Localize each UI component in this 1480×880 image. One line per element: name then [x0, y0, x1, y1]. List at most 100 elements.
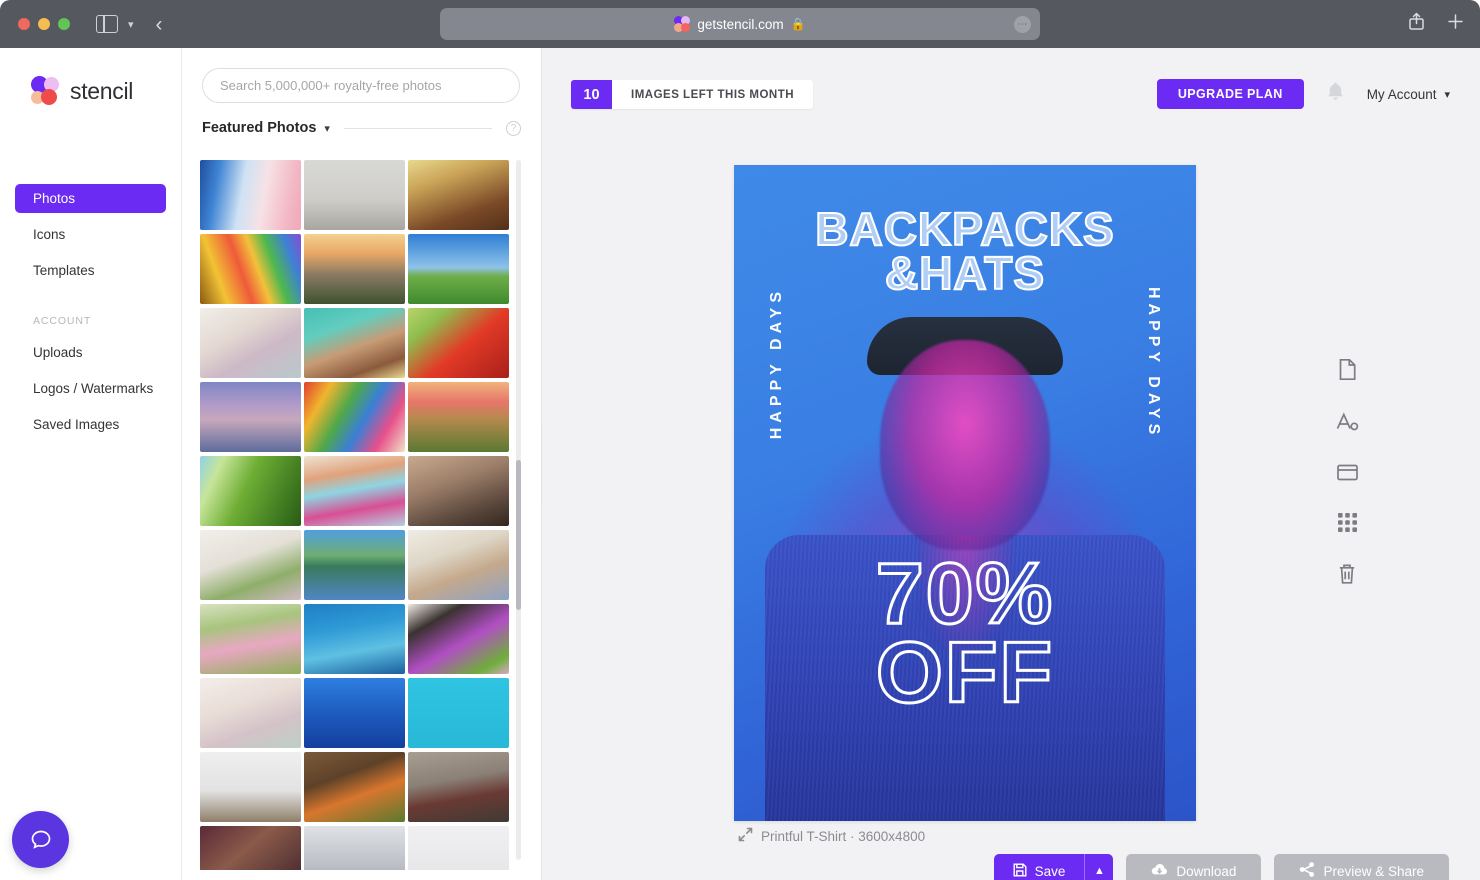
bell-icon[interactable]: [1326, 81, 1345, 107]
maximize-window-button[interactable]: [58, 18, 70, 30]
photo-grid[interactable]: [200, 160, 525, 870]
sidebar-item-logos-watermarks[interactable]: Logos / Watermarks: [15, 374, 166, 403]
sidebar-item-label: Icons: [33, 227, 66, 242]
photo-grid-inner: [200, 160, 511, 870]
upgrade-plan-button[interactable]: UPGRADE PLAN: [1156, 79, 1304, 109]
stencil-logo-icon: [31, 76, 61, 106]
chevron-up-icon: ▲: [1093, 865, 1105, 877]
photo-thumbnail[interactable]: [304, 604, 405, 674]
account-label: My Account: [1366, 86, 1437, 102]
photo-thumbnail[interactable]: [408, 160, 509, 230]
photo-thumbnail[interactable]: [200, 234, 301, 304]
photo-thumbnail[interactable]: [304, 160, 405, 230]
sidebar-section-account: ACCOUNT: [33, 315, 92, 327]
stencil-logo[interactable]: stencil: [0, 48, 181, 106]
lock-icon: 🔒: [790, 17, 806, 31]
category-header: Featured Photos ▾ ?: [182, 103, 541, 136]
sidebar-item-uploads[interactable]: Uploads: [15, 338, 166, 367]
photo-thumbnail[interactable]: [200, 456, 301, 526]
download-button[interactable]: Download: [1126, 854, 1262, 880]
photo-thumbnail[interactable]: [200, 382, 301, 452]
shape-box-icon[interactable]: [1336, 463, 1359, 482]
page-icon[interactable]: [1337, 358, 1358, 381]
preview-share-button-label: Preview & Share: [1323, 863, 1424, 879]
discount-line-2: OFF: [875, 625, 1054, 722]
sidebar-item-icons[interactable]: Icons: [15, 220, 166, 249]
photo-thumbnail[interactable]: [304, 752, 405, 822]
close-window-button[interactable]: [18, 18, 30, 30]
canvas-side-text-right[interactable]: HAPPY DAYS: [1144, 287, 1162, 439]
photo-thumbnail[interactable]: [408, 604, 509, 674]
preview-share-button[interactable]: Preview & Share: [1274, 854, 1449, 880]
photo-thumbnail[interactable]: [200, 826, 301, 870]
quota-label: IMAGES LEFT THIS MONTH: [612, 80, 814, 109]
cloud-download-icon: [1151, 863, 1168, 880]
photo-thumbnail[interactable]: [408, 752, 509, 822]
photo-thumbnail[interactable]: [408, 308, 509, 378]
chat-bubble-icon: [31, 830, 50, 849]
photo-thumbnail[interactable]: [200, 752, 301, 822]
design-canvas[interactable]: BACKPACKS &HATS HAPPY DAYS HAPPY DAYS 70…: [734, 165, 1196, 821]
photo-thumbnail[interactable]: [304, 234, 405, 304]
file-meta: Printful T-Shirt · 3600x4800: [738, 827, 925, 845]
search-input[interactable]: [202, 68, 520, 103]
file-meta-label: Printful T-Shirt · 3600x4800: [761, 828, 926, 844]
download-button-label: Download: [1176, 863, 1237, 879]
back-arrow-icon[interactable]: ‹: [156, 14, 163, 35]
share-icon[interactable]: [1408, 12, 1425, 36]
canvas-side-text-left[interactable]: HAPPY DAYS: [768, 287, 786, 439]
account-menu[interactable]: My Account ▾: [1367, 87, 1450, 102]
text-tool-icon[interactable]: [1335, 411, 1359, 433]
photo-grid-scrollbar-thumb[interactable]: [516, 460, 521, 610]
canvas-headline[interactable]: BACKPACKS &HATS: [734, 205, 1196, 297]
help-widget-button[interactable]: [12, 811, 69, 868]
photo-thumbnail[interactable]: [408, 678, 509, 748]
photo-thumbnail[interactable]: [304, 530, 405, 600]
photo-thumbnail[interactable]: [408, 530, 509, 600]
sidebar-item-label: Uploads: [33, 345, 83, 360]
trash-icon[interactable]: [1337, 563, 1357, 585]
stencil-favicon: [674, 16, 691, 32]
photo-thumbnail[interactable]: [304, 456, 405, 526]
photo-thumbnail[interactable]: [304, 826, 405, 870]
photo-thumbnail[interactable]: [304, 382, 405, 452]
sidebar-item-label: Templates: [33, 263, 95, 278]
sidebar-item-photos[interactable]: Photos: [15, 184, 166, 213]
chevron-down-icon[interactable]: ▾: [324, 122, 330, 135]
address-bar[interactable]: getstencil.com 🔒 ⋯: [440, 8, 1040, 40]
save-button[interactable]: Save: [993, 854, 1085, 880]
canvas-discount-text[interactable]: 70% OFF: [734, 546, 1196, 722]
photo-thumbnail[interactable]: [200, 604, 301, 674]
photo-thumbnail[interactable]: [408, 382, 509, 452]
images-quota-badge: 10 IMAGES LEFT THIS MONTH: [571, 80, 814, 109]
quota-count: 10: [571, 80, 612, 109]
sidebar-item-templates[interactable]: Templates: [15, 256, 166, 285]
url-text: getstencil.com: [697, 16, 784, 32]
save-options-button[interactable]: ▲: [1084, 854, 1114, 880]
sidebar-item-label: Saved Images: [33, 417, 120, 432]
left-navigation: stencil Photos Icons Templates ACCOUNT U…: [0, 48, 182, 880]
chevron-down-icon[interactable]: ▾: [128, 18, 134, 31]
photo-thumbnail[interactable]: [200, 530, 301, 600]
photo-thumbnail[interactable]: [304, 678, 405, 748]
sidebar-item-saved-images[interactable]: Saved Images: [15, 410, 166, 439]
grid-icon[interactable]: [1337, 512, 1358, 533]
more-options-icon[interactable]: ⋯: [1014, 16, 1031, 33]
photo-thumbnail[interactable]: [200, 308, 301, 378]
share-nodes-icon: [1299, 862, 1315, 880]
photo-thumbnail[interactable]: [200, 678, 301, 748]
app-root: ▾ ‹ getstencil.com 🔒 ⋯ stencil Photos Ic…: [0, 0, 1480, 880]
photo-thumbnail[interactable]: [408, 234, 509, 304]
discount-line-1: 70%: [874, 546, 1055, 642]
question-mark-icon[interactable]: ?: [506, 120, 521, 136]
minimize-window-button[interactable]: [38, 18, 50, 30]
photo-thumbnail[interactable]: [408, 826, 509, 870]
resize-icon[interactable]: [738, 827, 753, 845]
sidebar-toggle-icon[interactable]: [96, 15, 118, 33]
plus-icon[interactable]: [1447, 13, 1464, 35]
window-traffic-lights[interactable]: [18, 18, 70, 30]
photo-thumbnail[interactable]: [304, 308, 405, 378]
photo-thumbnail[interactable]: [408, 456, 509, 526]
editor-action-bar: Save ▲ Download Preview & Share: [993, 854, 1449, 880]
photo-thumbnail[interactable]: [200, 160, 301, 230]
